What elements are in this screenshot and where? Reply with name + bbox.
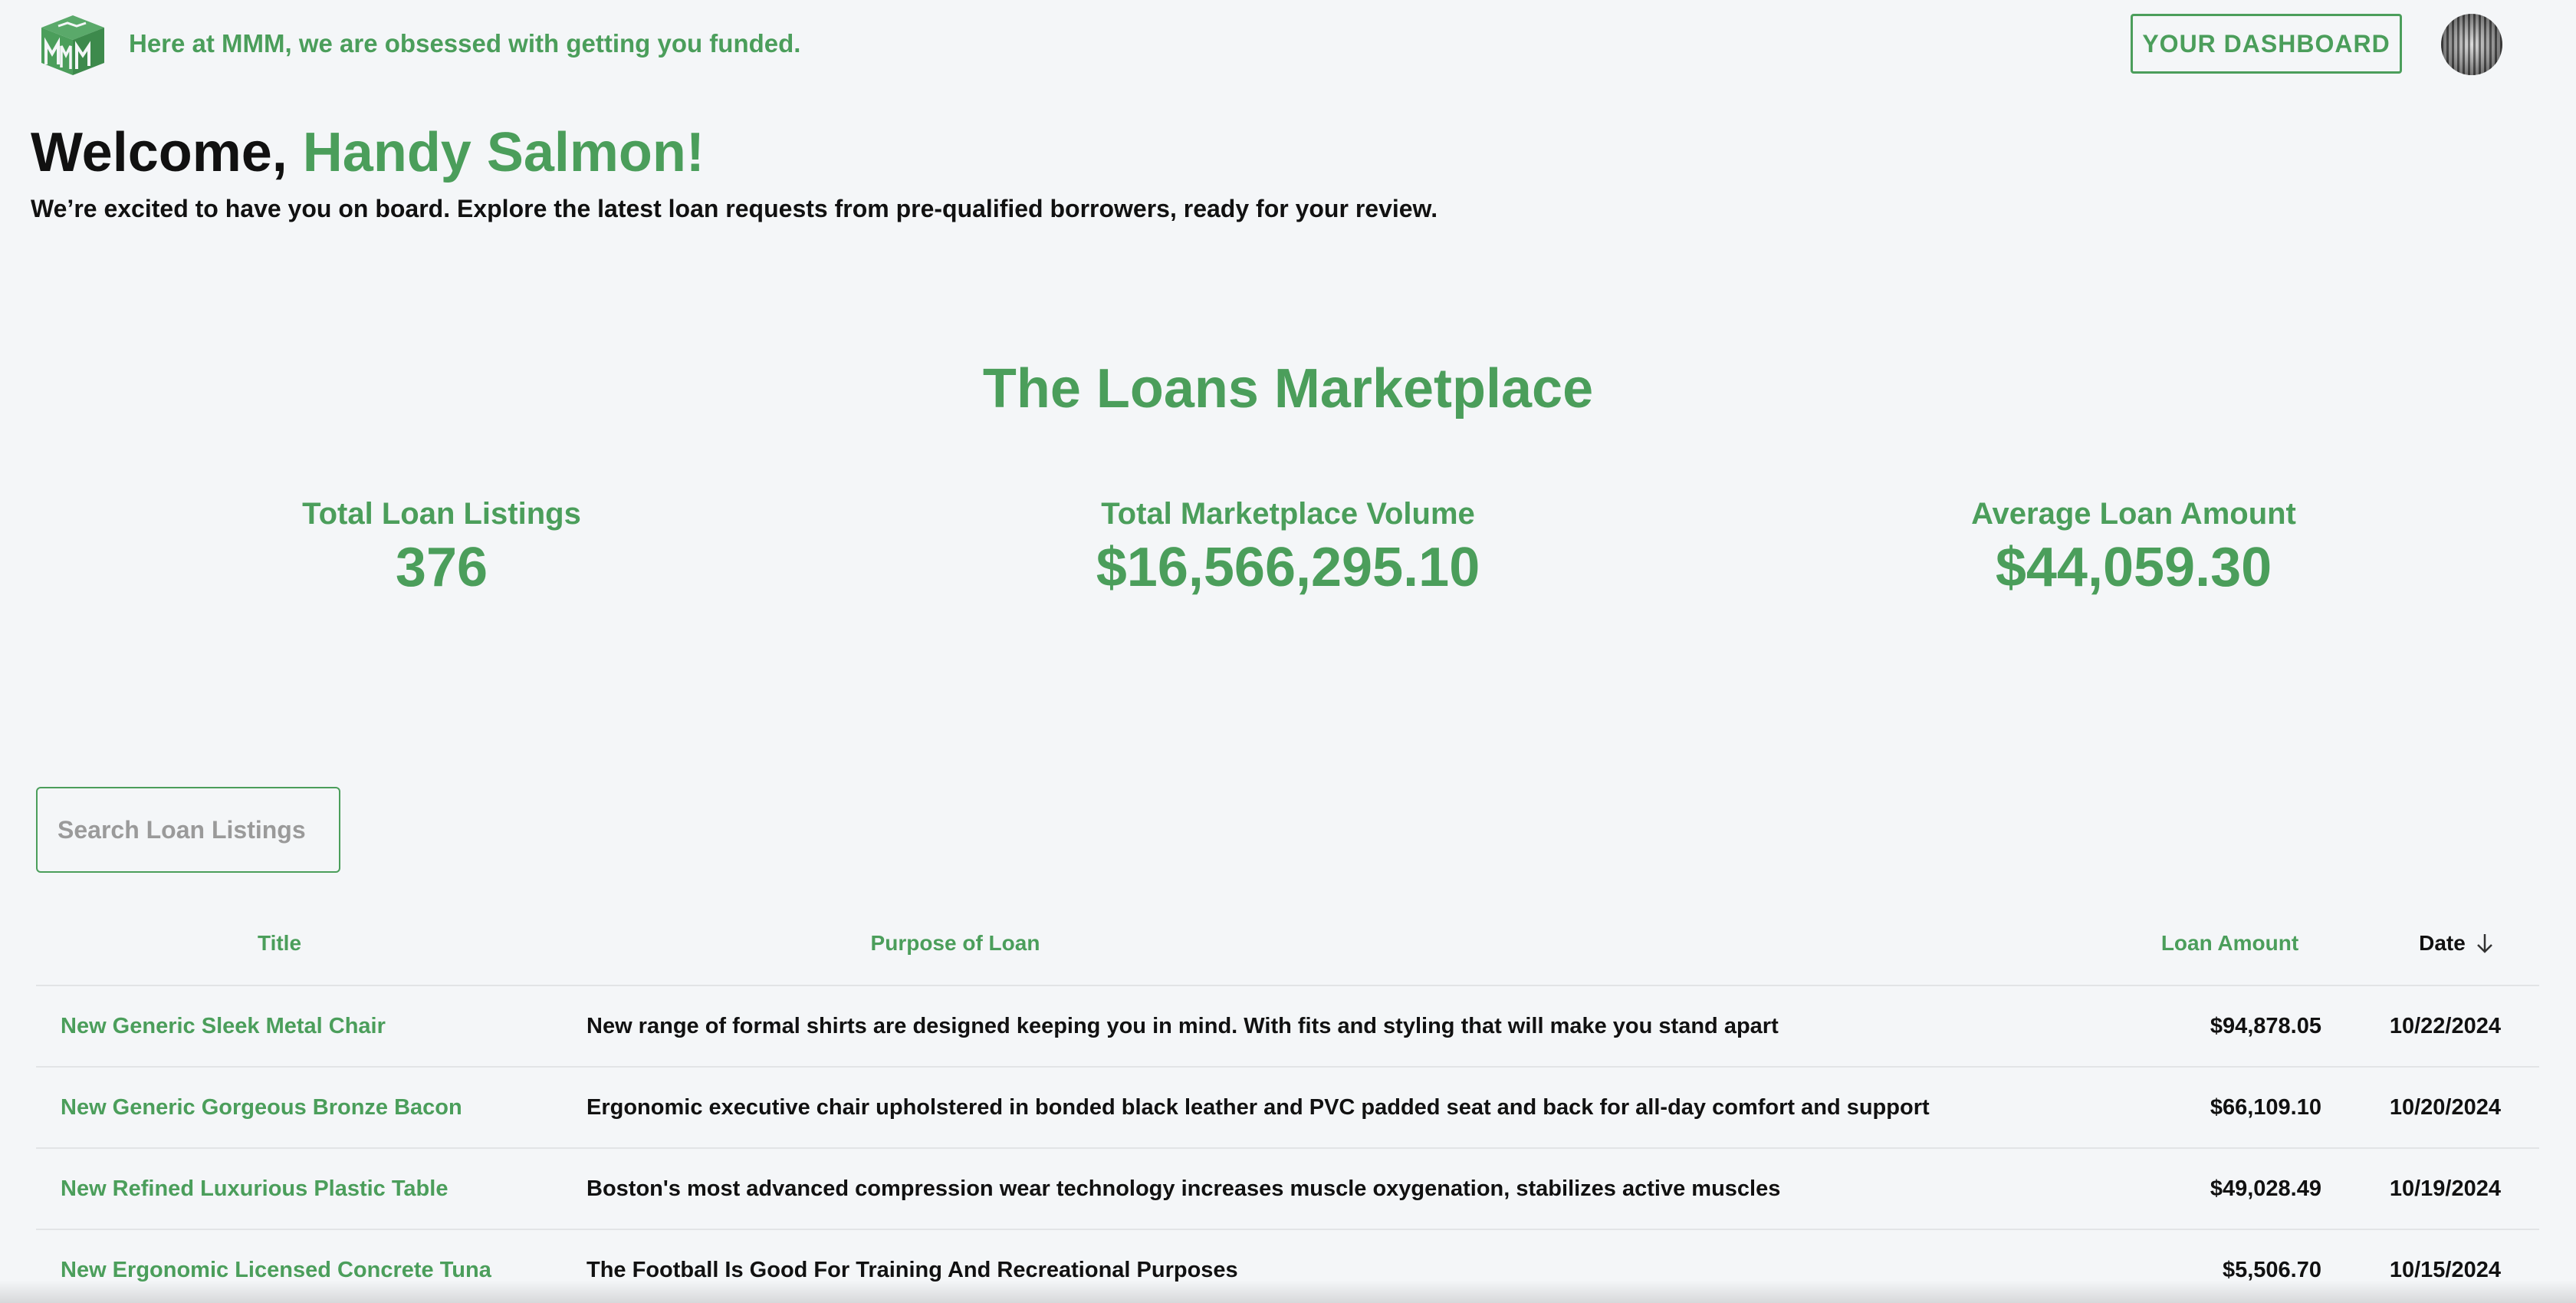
loan-amount: $94,878.05	[2210, 1013, 2321, 1038]
loan-title-link[interactable]: New Generic Sleek Metal Chair	[61, 986, 386, 1066]
table-header: Title Purpose of Loan Loan Amount Date	[36, 902, 2539, 986]
loan-listings-table: Title Purpose of Loan Loan Amount Date N…	[36, 902, 2539, 1303]
table-row[interactable]: New Generic Sleek Metal Chair New range …	[36, 986, 2539, 1068]
user-avatar[interactable]	[2441, 14, 2502, 75]
column-header-purpose[interactable]: Purpose of Loan	[523, 902, 1388, 985]
loan-date: 10/19/2024	[2389, 1176, 2501, 1201]
loan-date: 10/20/2024	[2389, 1094, 2501, 1120]
stat-average-loan-amount: Average Loan Amount $44,059.30	[1827, 497, 2440, 599]
header-tagline: Here at MMM, we are obsessed with gettin…	[129, 29, 801, 58]
loan-date: 10/22/2024	[2389, 1013, 2501, 1038]
arrow-down-icon[interactable]	[2475, 932, 2495, 955]
search-loan-listings-input[interactable]	[36, 787, 340, 873]
loan-title-link[interactable]: New Generic Gorgeous Bronze Bacon	[61, 1068, 462, 1147]
user-name: Handy Salmon!	[302, 122, 705, 183]
mmm-cube-logo-icon[interactable]	[40, 14, 106, 77]
loan-purpose: Boston's most advanced compression wear …	[586, 1176, 1781, 1201]
welcome-heading: Welcome, Handy Salmon!	[31, 121, 705, 184]
stat-value: 376	[395, 537, 488, 598]
stat-value: $16,566,295.10	[1096, 537, 1480, 598]
stat-total-loan-listings: Total Loan Listings 376	[135, 497, 748, 599]
stat-label: Total Loan Listings	[302, 497, 581, 531]
table-row[interactable]: New Refined Luxurious Plastic Table Bost…	[36, 1149, 2539, 1230]
welcome-prefix: Welcome,	[31, 122, 303, 183]
welcome-subtitle: We’re excited to have you on board. Expl…	[31, 195, 1438, 222]
loan-amount: $49,028.49	[2210, 1176, 2321, 1201]
loan-amount: $66,109.10	[2210, 1094, 2321, 1120]
loan-purpose: New range of formal shirts are designed …	[586, 1013, 1779, 1038]
page: Here at MMM, we are obsessed with gettin…	[0, 0, 2576, 1303]
column-header-title[interactable]: Title	[36, 902, 523, 985]
stat-value: $44,059.30	[1995, 537, 2272, 598]
column-header-loan-amount[interactable]: Loan Amount	[2052, 902, 2407, 985]
loan-purpose: Ergonomic executive chair upholstered in…	[586, 1094, 1930, 1120]
table-row[interactable]: New Generic Gorgeous Bronze Bacon Ergono…	[36, 1068, 2539, 1149]
column-header-date-label: Date	[2419, 931, 2466, 955]
top-bar: Here at MMM, we are obsessed with gettin…	[0, 0, 2576, 90]
marketplace-title: The Loans Marketplace	[982, 358, 1594, 420]
loan-title-link[interactable]: New Refined Luxurious Plastic Table	[61, 1149, 448, 1229]
stat-label: Average Loan Amount	[1971, 497, 2296, 531]
viewport-bottom-shadow	[0, 1280, 2576, 1303]
your-dashboard-button[interactable]: YOUR DASHBOARD	[2131, 14, 2402, 74]
stat-total-marketplace-volume: Total Marketplace Volume $16,566,295.10	[981, 497, 1595, 599]
stat-label: Total Marketplace Volume	[1101, 497, 1475, 531]
column-header-date[interactable]: Date	[2374, 902, 2539, 985]
